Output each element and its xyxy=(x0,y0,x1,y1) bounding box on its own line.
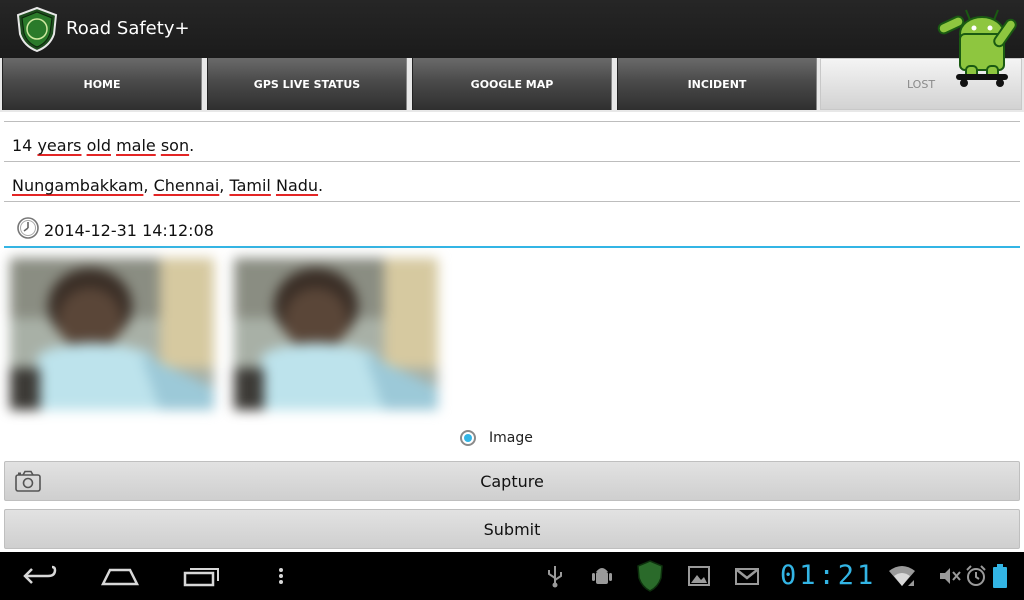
app-logo-icon[interactable] xyxy=(14,6,60,52)
tab-gps-live-status[interactable]: GPS LIVE STATUS xyxy=(207,58,407,110)
camera-icon xyxy=(15,470,41,492)
clock-icon[interactable] xyxy=(16,216,40,240)
home-icon[interactable] xyxy=(100,564,140,588)
capture-button-label: Capture xyxy=(480,471,544,491)
recent-apps-icon[interactable] xyxy=(182,564,220,588)
captured-photo-2[interactable] xyxy=(234,258,438,410)
gmail-icon xyxy=(735,568,759,585)
wifi-icon xyxy=(889,566,915,586)
location-value: Nungambakkam, Chennai, Tamil Nadu. xyxy=(12,176,324,195)
battery-icon xyxy=(993,564,1007,588)
image-radio-option[interactable]: Image xyxy=(460,428,533,448)
system-clock: 01:21 xyxy=(780,560,877,591)
android-mascot-icon xyxy=(937,9,1017,87)
description-value: 14 years old male son. xyxy=(12,136,195,155)
action-bar: Road Safety+ xyxy=(0,0,1024,59)
submit-button[interactable]: Submit xyxy=(4,509,1020,549)
back-icon[interactable] xyxy=(22,564,58,588)
app-notification-icon xyxy=(637,560,663,592)
gallery-icon xyxy=(688,566,710,586)
tab-google-map[interactable]: GOOGLE MAP xyxy=(412,58,612,110)
tab-incident[interactable]: INCIDENT xyxy=(617,58,817,110)
location-field[interactable]: Nungambakkam, Chennai, Tamil Nadu. xyxy=(4,162,1020,202)
system-navigation-bar: 01:21 xyxy=(0,552,1024,600)
menu-icon[interactable] xyxy=(276,564,286,588)
image-radio-label: Image xyxy=(489,430,533,446)
mute-icon xyxy=(940,568,961,584)
android-debug-icon xyxy=(592,568,612,584)
app-title: Road Safety+ xyxy=(66,18,190,39)
tab-bar: HOME GPS LIVE STATUS GOOGLE MAP INCIDENT… xyxy=(0,58,1024,112)
alarm-icon xyxy=(966,565,986,586)
usb-icon xyxy=(548,566,562,588)
image-radio-button[interactable] xyxy=(460,430,476,446)
description-field[interactable]: 14 years old male son. xyxy=(4,122,1020,162)
datetime-value: 2014-12-31 14:12:08 xyxy=(44,221,214,240)
capture-button[interactable]: Capture xyxy=(4,461,1020,501)
captured-photo-1[interactable] xyxy=(10,258,214,410)
tab-home[interactable]: HOME xyxy=(2,58,202,110)
submit-button-label: Submit xyxy=(483,519,541,539)
datetime-field[interactable]: 2014-12-31 14:12:08 xyxy=(4,208,1020,248)
